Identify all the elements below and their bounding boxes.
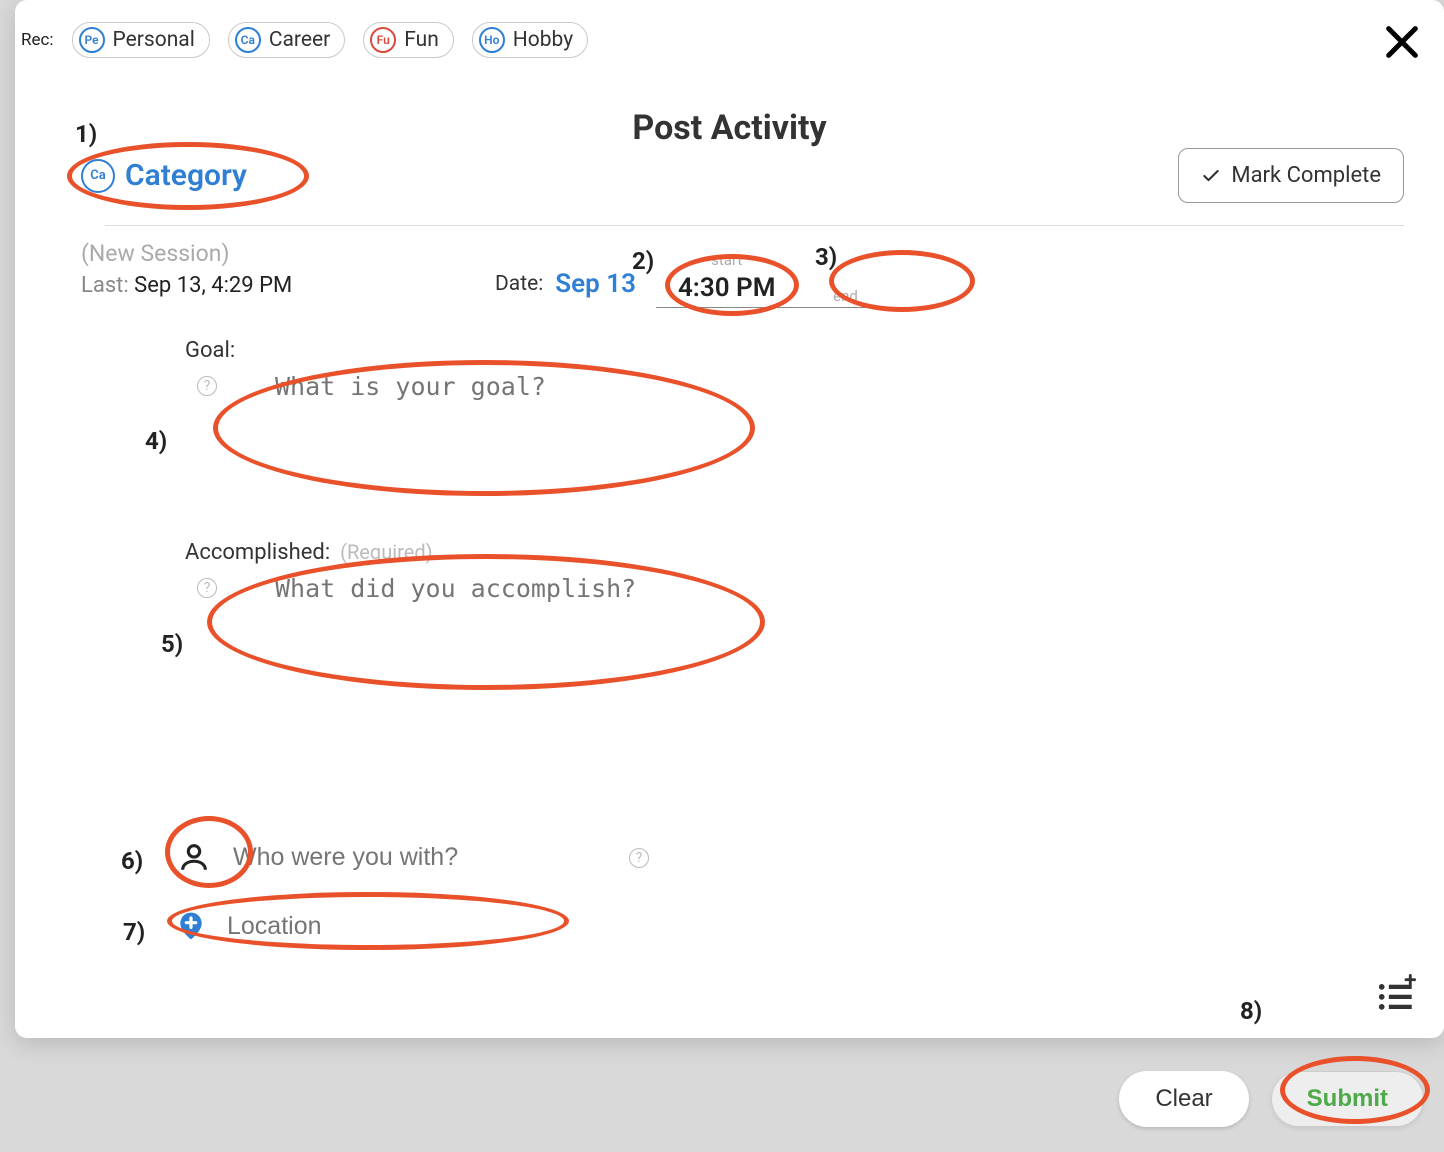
career-badge-icon: Ca bbox=[235, 27, 261, 53]
rec-chip-personal[interactable]: Pe Personal bbox=[72, 22, 210, 58]
required-label: (Required) bbox=[340, 540, 432, 564]
annotation-marker-5: 5) bbox=[161, 630, 183, 658]
category-label: Category bbox=[125, 158, 247, 193]
start-time-value: 4:30 PM bbox=[678, 273, 776, 303]
hobby-badge-icon: Ho bbox=[479, 27, 505, 53]
rec-chip-label: Fun bbox=[404, 28, 439, 52]
end-time-input[interactable]: end bbox=[798, 285, 894, 308]
start-time-label: start bbox=[711, 251, 742, 269]
mark-complete-label: Mark Complete bbox=[1231, 163, 1381, 188]
personal-badge-icon: Pe bbox=[79, 27, 105, 53]
goal-input[interactable] bbox=[275, 372, 875, 492]
clear-button[interactable]: Clear bbox=[1119, 1071, 1248, 1127]
accomplished-label: Accomplished: bbox=[185, 540, 330, 565]
session-info: (New Session) Last: Sep 13, 4:29 PM bbox=[81, 240, 292, 298]
who-row bbox=[173, 836, 573, 878]
annotation-marker-8: 8) bbox=[1240, 997, 1262, 1025]
post-activity-modal: Rec: Pe Personal Ca Career Fu Fun Ho Hob… bbox=[15, 0, 1444, 1038]
add-person-button[interactable] bbox=[173, 836, 215, 878]
modal-title: Post Activity bbox=[15, 108, 1444, 148]
who-input[interactable] bbox=[233, 843, 573, 872]
checkmark-icon bbox=[1201, 166, 1221, 186]
add-list-button[interactable] bbox=[1376, 974, 1416, 1014]
rec-chip-label: Personal bbox=[113, 28, 195, 52]
recommendation-bar: Rec: Pe Personal Ca Career Fu Fun Ho Hob… bbox=[21, 22, 588, 58]
new-session-label: (New Session) bbox=[81, 240, 292, 267]
rec-chip-hobby[interactable]: Ho Hobby bbox=[472, 22, 588, 58]
close-button[interactable] bbox=[1378, 18, 1426, 66]
goal-field: Goal: ? bbox=[185, 338, 875, 496]
location-input[interactable] bbox=[227, 912, 527, 941]
rec-chip-career[interactable]: Ca Career bbox=[228, 22, 345, 58]
accomplished-input[interactable] bbox=[275, 574, 875, 694]
list-plus-icon bbox=[1376, 974, 1416, 1014]
accomplished-field: Accomplished: (Required) ? bbox=[185, 540, 875, 698]
help-icon[interactable]: ? bbox=[629, 848, 649, 868]
rec-chip-label: Career bbox=[269, 28, 330, 52]
location-row bbox=[173, 908, 527, 944]
help-icon[interactable]: ? bbox=[197, 578, 217, 598]
help-icon[interactable]: ? bbox=[197, 376, 217, 396]
annotation-marker-6: 6) bbox=[121, 847, 143, 875]
add-location-button[interactable] bbox=[173, 908, 209, 944]
category-selector[interactable]: Ca Category bbox=[81, 158, 247, 193]
goal-label: Goal: bbox=[185, 338, 875, 363]
person-icon bbox=[177, 840, 211, 874]
mark-complete-button[interactable]: Mark Complete bbox=[1178, 148, 1404, 203]
date-picker[interactable]: Sep 13 bbox=[555, 260, 636, 308]
rec-chip-fun[interactable]: Fu Fun bbox=[363, 22, 454, 58]
fun-badge-icon: Fu bbox=[370, 27, 396, 53]
last-session-value: Sep 13, 4:29 PM bbox=[134, 273, 292, 298]
submit-button[interactable]: Submit bbox=[1271, 1071, 1424, 1127]
annotation-marker-7: 7) bbox=[123, 918, 145, 946]
close-icon bbox=[1382, 22, 1422, 62]
end-time-label: end bbox=[833, 287, 858, 305]
start-time-input[interactable]: start 4:30 PM bbox=[656, 273, 798, 308]
category-badge-icon: Ca bbox=[81, 159, 115, 193]
rec-label: Rec: bbox=[21, 30, 54, 50]
annotation-marker-4: 4) bbox=[145, 427, 167, 455]
divider bbox=[105, 225, 1404, 226]
date-time-group: Date: Sep 13 start 4:30 PM end bbox=[495, 260, 894, 308]
date-label: Date: bbox=[495, 260, 543, 308]
annotation-marker-1: 1) bbox=[75, 120, 97, 148]
bottom-action-bar: Clear Submit bbox=[15, 1064, 1444, 1134]
last-session-label: Last: bbox=[81, 273, 129, 298]
location-pin-plus-icon bbox=[175, 909, 207, 943]
rec-chip-label: Hobby bbox=[513, 28, 573, 52]
